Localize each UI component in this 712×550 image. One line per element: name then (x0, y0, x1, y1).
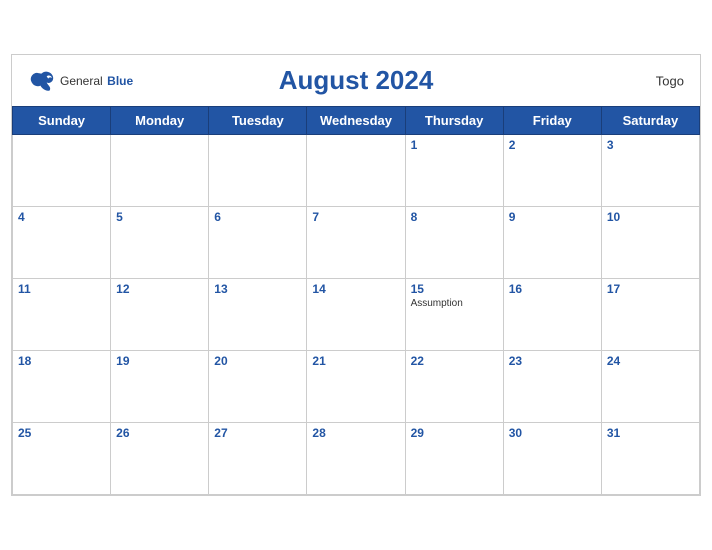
weekday-header-row: Sunday Monday Tuesday Wednesday Thursday… (13, 107, 700, 135)
calendar-cell: 23 (503, 351, 601, 423)
calendar-week-row-1: 123 (13, 135, 700, 207)
calendar-cell: 17 (601, 279, 699, 351)
calendar-cell: 27 (209, 423, 307, 495)
calendar-cell: 22 (405, 351, 503, 423)
day-number: 12 (116, 282, 203, 296)
country-label: Togo (656, 73, 684, 88)
day-number: 27 (214, 426, 301, 440)
calendar-cell: 9 (503, 207, 601, 279)
calendar-cell: 10 (601, 207, 699, 279)
calendar-week-row-4: 18 19 20 21 22 23 24 (13, 351, 700, 423)
calendar-cell: 14 (307, 279, 405, 351)
calendar-cell: 28 (307, 423, 405, 495)
calendar-cell: 8 (405, 207, 503, 279)
day-number: 13 (214, 282, 301, 296)
calendar-cell (13, 135, 111, 207)
header-tuesday: Tuesday (209, 107, 307, 135)
calendar-week-row-5: 25 26 27 28 29 30 31 (13, 423, 700, 495)
day-number: 17 (607, 282, 694, 296)
day-number: 22 (411, 354, 498, 368)
calendar-cell: 25 (13, 423, 111, 495)
calendar-body: 123456789101112131415Assumption161718192… (13, 135, 700, 495)
calendar-cell: 11 (13, 279, 111, 351)
logo-bird-icon (28, 70, 56, 92)
day-number: 20 (214, 354, 301, 368)
day-number: 1 (411, 138, 498, 152)
day-number: 18 (18, 354, 105, 368)
logo-area: General Blue (28, 70, 133, 92)
logo-text: General Blue (60, 72, 133, 90)
day-number: 15 (411, 282, 498, 296)
day-number: 26 (116, 426, 203, 440)
day-number: 7 (312, 210, 399, 224)
logo-blue: Blue (107, 74, 133, 88)
day-number: 29 (411, 426, 498, 440)
header-thursday: Thursday (405, 107, 503, 135)
day-number: 8 (411, 210, 498, 224)
header-saturday: Saturday (601, 107, 699, 135)
calendar-cell: 4 (13, 207, 111, 279)
day-number: 25 (18, 426, 105, 440)
calendar-cell: 21 (307, 351, 405, 423)
day-number: 3 (607, 138, 694, 152)
day-number: 9 (509, 210, 596, 224)
calendar-cell: 15 Assumption (405, 279, 503, 351)
day-number: 14 (312, 282, 399, 296)
day-number: 21 (312, 354, 399, 368)
calendar-cell: 26 (111, 423, 209, 495)
calendar-title: August 2024 (279, 65, 434, 96)
day-number: 4 (18, 210, 105, 224)
day-number: 24 (607, 354, 694, 368)
calendar-cell (209, 135, 307, 207)
header-friday: Friday (503, 107, 601, 135)
calendar-week-row-3: 11 12 13 14 15 Assumption 16 17 (13, 279, 700, 351)
day-number: 31 (607, 426, 694, 440)
calendar-cell (307, 135, 405, 207)
calendar-cell: 29 (405, 423, 503, 495)
calendar-cell: 24 (601, 351, 699, 423)
day-number: 5 (116, 210, 203, 224)
calendar-week-row-2: 456789 10 (13, 207, 700, 279)
header-sunday: Sunday (13, 107, 111, 135)
calendar-cell: 19 (111, 351, 209, 423)
day-number: 2 (509, 138, 596, 152)
calendar-cell: 1 (405, 135, 503, 207)
calendar-cell: 16 (503, 279, 601, 351)
day-number: 10 (607, 210, 694, 224)
calendar-container: General Blue August 2024 Togo Sunday Mon… (11, 54, 701, 496)
calendar-cell: 6 (209, 207, 307, 279)
calendar-cell: 5 (111, 207, 209, 279)
calendar-cell: 3 (601, 135, 699, 207)
day-number: 19 (116, 354, 203, 368)
day-number: 6 (214, 210, 301, 224)
header-wednesday: Wednesday (307, 107, 405, 135)
day-number: 16 (509, 282, 596, 296)
calendar-cell (111, 135, 209, 207)
calendar-cell: 13 (209, 279, 307, 351)
calendar-cell: 12 (111, 279, 209, 351)
day-number: 28 (312, 426, 399, 440)
day-number: 11 (18, 282, 105, 296)
logo-general: General (60, 74, 103, 88)
calendar-cell: 18 (13, 351, 111, 423)
event-label: Assumption (411, 298, 498, 309)
day-number: 23 (509, 354, 596, 368)
calendar-header: General Blue August 2024 Togo (12, 55, 700, 106)
calendar-cell: 20 (209, 351, 307, 423)
calendar-grid: Sunday Monday Tuesday Wednesday Thursday… (12, 106, 700, 495)
calendar-cell: 31 (601, 423, 699, 495)
calendar-cell: 30 (503, 423, 601, 495)
calendar-cell: 2 (503, 135, 601, 207)
header-monday: Monday (111, 107, 209, 135)
day-number: 30 (509, 426, 596, 440)
calendar-cell: 7 (307, 207, 405, 279)
